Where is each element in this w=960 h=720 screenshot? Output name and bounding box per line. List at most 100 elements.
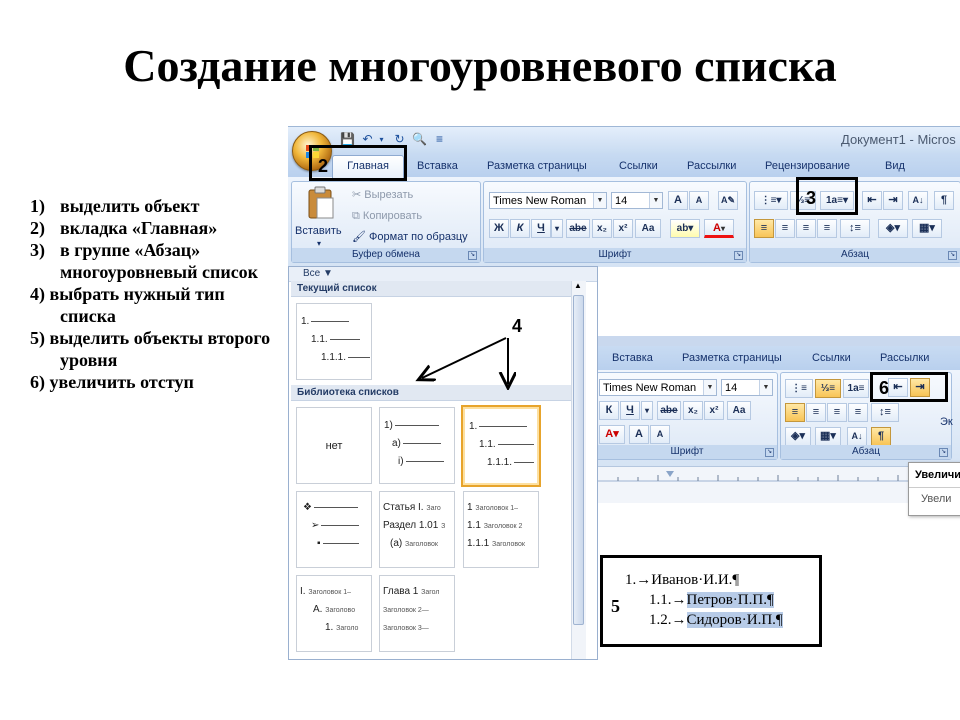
clear-formatting-icon[interactable]: A✎ — [718, 191, 738, 210]
cut-button[interactable]: ✂ Вырезать — [352, 188, 413, 202]
bullets-button[interactable]: ⋮≡▾ — [754, 191, 788, 210]
tooltip-divider — [909, 487, 960, 488]
sample-line-2[interactable]: 1.1.→Петров·П.П.¶ — [649, 592, 774, 609]
gallery-filter[interactable]: Все ▼ — [303, 267, 333, 281]
tab-mailings[interactable]: Рассылки — [687, 157, 736, 175]
font-size-combo[interactable]: 14 ▼ — [611, 192, 663, 209]
paragraph-dialog-launcher-icon[interactable]: ↘ — [948, 251, 957, 260]
tab-insert[interactable]: Вставка — [417, 157, 458, 175]
borders-icon[interactable]: ▦▾ — [912, 219, 942, 238]
font-size-dropdown-icon-2[interactable]: ▼ — [759, 380, 772, 395]
thumb-small-text: Заголовок 3— — [383, 625, 429, 632]
subscript-button[interactable]: x₂ — [592, 219, 612, 238]
paste-button[interactable]: Вставить — [295, 224, 342, 238]
change-case-button[interactable]: Aa — [635, 219, 661, 238]
superscript-button[interactable]: x² — [613, 219, 633, 238]
shading-icon-2[interactable]: ◈▾ — [785, 427, 811, 446]
paste-icon[interactable] — [306, 186, 336, 220]
horizontal-ruler — [598, 466, 908, 503]
paragraph-dialog-launcher-icon-2[interactable]: ↘ — [939, 448, 948, 457]
show-marks-icon-2[interactable]: ¶ — [871, 427, 891, 446]
gallery-scrollbar[interactable]: ▲ — [571, 281, 586, 659]
shrink-font-button[interactable]: A — [689, 191, 709, 210]
italic-button-2[interactable]: К — [599, 401, 619, 420]
current-list-thumbnail[interactable]: 1. 1.1. 1.1.1. — [296, 303, 372, 380]
justify-icon-2[interactable]: ≡ — [848, 403, 868, 422]
align-center-icon-2[interactable]: ≡ — [806, 403, 826, 422]
decrease-indent-icon[interactable]: ⇤ — [862, 191, 882, 210]
borders-icon-2[interactable]: ▦▾ — [815, 427, 841, 446]
underline-button[interactable]: Ч — [531, 219, 551, 238]
font-dialog-launcher-icon-2[interactable]: ↘ — [765, 448, 774, 457]
underline-dropdown-icon[interactable]: ▾ — [551, 219, 563, 238]
shrink-font-icon-2[interactable]: A — [650, 425, 670, 444]
align-center-icon[interactable]: ≡ — [775, 219, 795, 238]
dialog-launcher-icon[interactable]: ↘ — [468, 251, 477, 260]
bullets-icon-2[interactable]: ⋮≡ — [785, 379, 813, 398]
list-style-article[interactable]: Статья I. Заго Раздел 1.01 З (a) Заголов… — [379, 491, 455, 568]
tab-page-layout[interactable]: Разметка страницы — [487, 157, 587, 175]
tab-page-layout-2[interactable]: Разметка страницы — [682, 352, 782, 364]
format-painter-icon: 🖌 — [352, 231, 366, 243]
justify-icon[interactable]: ≡ — [817, 219, 837, 238]
change-case-button-2[interactable]: Aa — [727, 401, 751, 420]
subscript-button-2[interactable]: x₂ — [683, 401, 703, 420]
list-style-paren[interactable]: 1) a) i) — [379, 407, 455, 484]
strikethrough-button[interactable]: abe — [566, 219, 590, 238]
font-name-combo[interactable]: Times New Roman ▼ — [489, 192, 607, 209]
grow-font-icon-2[interactable]: A — [629, 425, 649, 444]
font-name-combo-2[interactable]: Times New Roman ▼ — [599, 379, 717, 396]
line-spacing-icon[interactable]: ↕≡ — [840, 219, 870, 238]
scroll-up-icon[interactable]: ▲ — [574, 281, 582, 290]
align-right-icon[interactable]: ≡ — [796, 219, 816, 238]
multilevel-list-icon-2[interactable]: 1a≡ — [843, 379, 869, 398]
list-style-decimal-selected[interactable]: 1. 1.1. 1.1.1. — [461, 405, 541, 487]
indent-marker-icon — [666, 471, 674, 477]
gallery-scroll-thumb[interactable] — [573, 295, 584, 625]
sort-icon[interactable]: A↓ — [908, 191, 928, 210]
font-size-combo-2[interactable]: 14 ▼ — [721, 379, 773, 396]
highlight-color-icon[interactable]: ab▾ — [670, 219, 700, 238]
line-spacing-icon-2[interactable]: ↕≡ — [871, 403, 899, 422]
show-marks-button[interactable]: ¶ — [934, 191, 954, 210]
font-name-dropdown-icon-2[interactable]: ▼ — [703, 380, 716, 395]
list-style-heading-roman[interactable]: I. Заголовок 1– A. Заголово 1. Заголо — [296, 575, 372, 652]
tab-mailings-2[interactable]: Рассылки — [880, 352, 929, 364]
list-style-heading-decimal[interactable]: 1 Заголовок 1– 1.1 Заголовок 2 1.1.1 Заг… — [463, 491, 539, 568]
font-dialog-launcher-icon[interactable]: ↘ — [734, 251, 743, 260]
thumb-small-text: Заголовок 1– — [475, 505, 518, 512]
tab-references[interactable]: Ссылки — [619, 157, 658, 175]
thumb-line: 1. — [469, 421, 528, 433]
format-painter-button[interactable]: 🖌 Формат по образцу — [352, 230, 468, 244]
sort-icon-2[interactable]: A↓ — [847, 427, 867, 446]
font-color-icon-2[interactable]: A▾ — [599, 425, 625, 444]
tab-review[interactable]: Рецензирование — [765, 157, 850, 175]
align-right-icon-2[interactable]: ≡ — [827, 403, 847, 422]
shading-icon[interactable]: ◈▾ — [878, 219, 908, 238]
sample-line-1[interactable]: 1.→Иванов·И.И.¶ — [625, 572, 739, 589]
font-size-dropdown-icon[interactable]: ▼ — [649, 193, 662, 208]
sample-line-3[interactable]: 1.2.→Сидоров·И.П.¶ — [649, 612, 783, 629]
align-left-icon[interactable]: ≡ — [754, 219, 774, 238]
font-name-dropdown-icon[interactable]: ▼ — [593, 193, 606, 208]
print-preview-icon[interactable]: 🔍 — [412, 132, 427, 147]
tab-insert-2[interactable]: Вставка — [612, 352, 653, 364]
copy-button[interactable]: ⧉ Копировать — [352, 209, 422, 223]
numbering-icon-2[interactable]: ⅓≡ — [815, 379, 841, 398]
grow-font-button[interactable]: A — [668, 191, 688, 210]
list-style-chapter[interactable]: Глава 1 Загол Заголовок 2— Заголовок 3— — [379, 575, 455, 652]
tab-view[interactable]: Вид — [885, 157, 905, 175]
align-left-icon-2[interactable]: ≡ — [785, 403, 805, 422]
bold-button[interactable]: Ж — [489, 219, 509, 238]
list-style-none[interactable]: нет — [296, 407, 372, 484]
customize-toolbar-icon[interactable]: ≡ — [432, 132, 447, 147]
list-style-bullets[interactable]: ❖ ➢ ▪ — [296, 491, 372, 568]
underline-button-2[interactable]: Ч — [620, 401, 640, 420]
increase-indent-icon[interactable]: ⇥ — [883, 191, 903, 210]
tab-references-2[interactable]: Ссылки — [812, 352, 851, 364]
italic-button[interactable]: К — [510, 219, 530, 238]
font-color-button[interactable]: A▾ — [704, 219, 734, 238]
strikethrough-button-2[interactable]: abe — [657, 401, 681, 420]
underline-dropdown-icon-2[interactable]: ▾ — [641, 401, 653, 420]
superscript-button-2[interactable]: x² — [704, 401, 724, 420]
